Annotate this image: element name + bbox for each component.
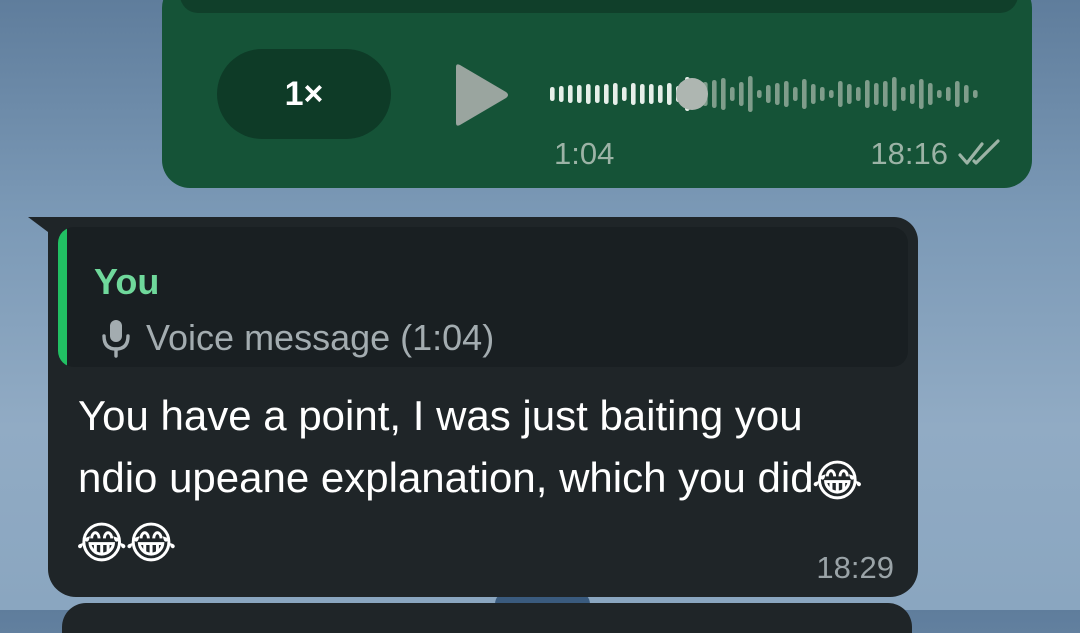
waveform-bar [550,87,555,101]
microphone-icon [102,320,130,358]
incoming-message[interactable]: You Voice message (1:04) You have a poin… [48,217,918,597]
waveform-bar [730,87,735,101]
waveform-bar [883,81,888,107]
laughing-emoji: 😂 [125,519,177,568]
play-icon[interactable] [450,63,510,127]
quoted-preview: Voice message (1:04) [100,317,494,359]
waveform-bar [910,84,915,104]
waveform-bar [559,86,564,102]
message-time: 18:29 [816,550,894,585]
double-check-icon [958,139,1000,165]
waveform-bar [973,90,978,98]
waveform-bar [811,84,816,104]
waveform-bar [604,84,609,104]
message-time: 18:16 [870,136,948,171]
laughing-emoji: 😂 [811,457,863,506]
waveform-bar [775,83,780,105]
seek-knob[interactable] [676,78,708,110]
laughing-emoji: 😂 [76,519,128,568]
message-meta: 18:16 [870,136,1002,172]
waveform-bar [568,85,573,103]
waveform-bar [649,84,654,104]
waveform-bar [829,90,834,98]
waveform-bar [847,84,852,104]
quoted-preview-text: Voice message (1:04) [146,317,495,358]
waveform-bar [793,87,798,101]
waveform-bar [919,79,924,109]
waveform-bar [757,90,762,98]
waveform-bar [928,83,933,105]
waveform-bar [712,80,717,108]
waveform-bar [856,87,861,101]
waveform-bar [892,77,897,111]
voice-duration: 1:04 [554,136,615,171]
waveform-bar [838,81,843,107]
waveform-bar [640,84,645,104]
playback-speed-button[interactable]: 1× [217,49,391,139]
waveform-bar [658,85,663,103]
outgoing-voice-message[interactable]: 1× 1:04 18:16 [162,0,1032,188]
waveform-bar [955,81,960,107]
waveform-bar [946,87,951,101]
waveform-bar [631,83,636,105]
waveform-bar [874,83,879,105]
waveform-bar [739,82,744,106]
waveform-bar [766,85,771,103]
waveform-bar [577,85,582,103]
waveform-bar [622,87,627,101]
waveform-bar [937,90,942,98]
waveform-bar [802,79,807,109]
waveform-bar [721,78,726,110]
message-text: You have a point, I was just baiting you… [76,385,878,571]
message-body: You have a point, I was just baiting you… [78,392,814,501]
waveform-bar [901,87,906,101]
quoted-sender: You [94,261,160,302]
waveform-bar [964,85,969,103]
quoted-reply[interactable]: You Voice message (1:04) [58,227,908,367]
waveform-bar [784,81,789,107]
waveform-bar [865,80,870,108]
waveform-bar [748,76,753,112]
voice-waveform[interactable] [550,62,1000,126]
waveform-bar [595,85,600,103]
waveform-bar [820,87,825,101]
waveform-bar [667,83,672,105]
waveform-bar [613,83,618,105]
waveform-bar [586,84,591,104]
quote-accent-bar [58,227,67,367]
quoted-message-remnant [180,0,1018,13]
next-message-peek [62,603,912,633]
